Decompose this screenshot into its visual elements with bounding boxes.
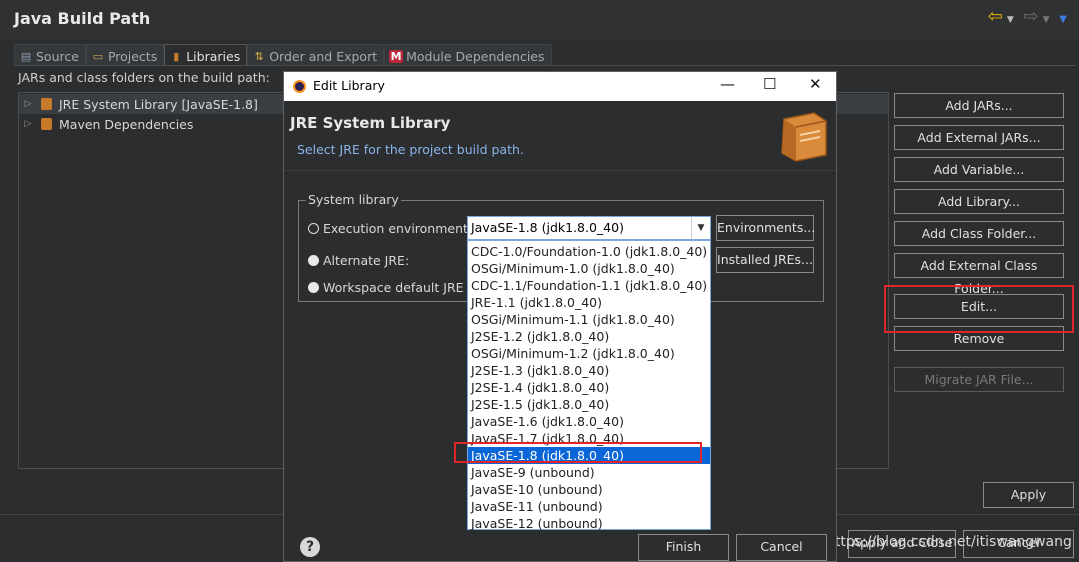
dropdown-option[interactable]: JavaSE-12 (unbound) — [468, 515, 710, 532]
dropdown-option[interactable]: JavaSE-11 (unbound) — [468, 498, 710, 515]
execution-environment-radio[interactable]: Execution environment: — [308, 221, 472, 236]
migrate-jar-button: Migrate JAR File... — [894, 367, 1064, 392]
minimize-icon[interactable]: — — [720, 75, 735, 93]
edit-library-dialog: Edit Library — ☐ ✕ JRE System Library Se… — [283, 71, 837, 562]
library-icon: ▮ — [173, 50, 180, 63]
radio-icon — [308, 255, 319, 266]
workspace-default-jre-radio[interactable]: Workspace default JRE (j — [308, 280, 476, 295]
dropdown-option[interactable]: JavaSE-10 (unbound) — [468, 481, 710, 498]
dropdown-option[interactable]: OSGi/Minimum-1.0 (jdk1.8.0_40) — [468, 260, 710, 277]
finish-button[interactable]: Finish — [638, 534, 729, 561]
installed-jres-button[interactable]: Installed JREs... — [716, 247, 814, 273]
eclipse-logo-icon — [293, 80, 306, 93]
dialog-title: Edit Library — [313, 78, 385, 93]
chevron-down-icon[interactable]: ▼ — [691, 217, 710, 239]
window-title: Java Build Path — [14, 9, 151, 28]
dropdown-option[interactable]: OSGi/Minimum-1.2 (jdk1.8.0_40) — [468, 345, 710, 362]
dropdown-option[interactable]: CDC-1.1/Foundation-1.1 (jdk1.8.0_40) — [468, 277, 710, 294]
dialog-header: JRE System Library Select JRE for the pr… — [284, 101, 836, 171]
nav-icons: ⇦ ▼ ⇨ ▼ ▼ — [984, 6, 1067, 27]
radio-icon — [308, 282, 319, 293]
dropdown-arrow-icon[interactable]: ▼ — [1043, 15, 1050, 25]
selected-option-highlight-box — [454, 442, 702, 463]
expand-arrow-icon[interactable]: ▷ — [19, 119, 37, 129]
folder-icon: ▭ — [92, 50, 104, 63]
environment-dropdown-list[interactable]: CDC-1.0/Foundation-1.0 (jdk1.8.0_40) OSG… — [467, 240, 711, 532]
apply-button[interactable]: Apply — [983, 482, 1074, 508]
dialog-cancel-button[interactable]: Cancel — [736, 534, 827, 561]
tab-libraries[interactable]: ▮ Libraries — [164, 44, 248, 66]
dropdown-option[interactable]: J2SE-1.2 (jdk1.8.0_40) — [468, 328, 710, 345]
back-arrow-icon[interactable]: ⇦ — [988, 6, 1003, 27]
menu-arrow-icon[interactable]: ▼ — [1059, 14, 1067, 25]
dropdown-option[interactable]: J2SE-1.3 (jdk1.8.0_40) — [468, 362, 710, 379]
radio-selected-icon — [308, 223, 319, 234]
dropdown-option[interactable]: CDC-1.0/Foundation-1.0 (jdk1.8.0_40) — [468, 243, 710, 260]
execution-environment-combo[interactable]: JavaSE-1.8 (jdk1.8.0_40) ▼ — [467, 216, 711, 240]
watermark: https://blog.csdn.net/itiswangwang — [826, 534, 1072, 550]
add-variable-button[interactable]: Add Variable... — [894, 157, 1064, 182]
add-class-folder-button[interactable]: Add Class Folder... — [894, 221, 1064, 246]
library-icon — [41, 98, 52, 110]
environments-button[interactable]: Environments... — [716, 215, 815, 241]
edit-highlight-box — [884, 285, 1074, 333]
alternate-jre-radio[interactable]: Alternate JRE: — [308, 253, 409, 268]
forward-arrow-icon[interactable]: ⇨ — [1024, 6, 1039, 27]
source-icon: ▤ — [20, 50, 32, 63]
library-icon — [41, 118, 52, 130]
dropdown-option[interactable]: JavaSE-9 (unbound) — [468, 464, 710, 481]
tab-bar: ▤ Source ▭ Projects ▮ Libraries ⇅ Order and … — [14, 44, 552, 66]
tab-projects[interactable]: ▭ Projects — [85, 44, 165, 66]
close-icon[interactable]: ✕ — [809, 75, 822, 93]
add-jars-button[interactable]: Add JARs... — [894, 93, 1064, 118]
library-book-icon — [781, 112, 827, 162]
tab-module-dependencies[interactable]: M Module Dependencies — [384, 44, 552, 66]
tab-order-export[interactable]: ⇅ Order and Export — [247, 44, 385, 66]
tree-item[interactable]: ▷ Maven Dependencies — [19, 114, 194, 134]
help-icon[interactable]: ? — [300, 537, 320, 557]
dropdown-option[interactable]: J2SE-1.4 (jdk1.8.0_40) — [468, 379, 710, 396]
jars-label: JARs and class folders on the build path… — [18, 70, 270, 85]
add-external-jars-button[interactable]: Add External JARs... — [894, 125, 1064, 150]
tab-separator — [14, 65, 1076, 66]
dialog-subheading: Select JRE for the project build path. — [297, 142, 524, 157]
dialog-title-bar: Edit Library — ☐ ✕ — [284, 72, 836, 101]
add-library-button[interactable]: Add Library... — [894, 189, 1064, 214]
dropdown-arrow-icon[interactable]: ▼ — [1007, 15, 1014, 25]
tab-source[interactable]: ▤ Source — [14, 44, 86, 66]
add-external-class-folder-button[interactable]: Add External Class Folder... — [894, 253, 1064, 296]
dropdown-option[interactable]: J2SE-1.5 (jdk1.8.0_40) — [468, 396, 710, 413]
dropdown-option[interactable]: JavaSE-1.6 (jdk1.8.0_40) — [468, 413, 710, 430]
expand-arrow-icon[interactable]: ▷ — [19, 99, 37, 109]
maximize-icon[interactable]: ☐ — [763, 75, 776, 93]
module-icon: M — [389, 50, 404, 63]
dropdown-option[interactable]: OSGi/Minimum-1.1 (jdk1.8.0_40) — [468, 311, 710, 328]
dropdown-option[interactable]: JRE-1.1 (jdk1.8.0_40) — [468, 294, 710, 311]
dialog-heading: JRE System Library — [290, 114, 451, 132]
order-icon: ⇅ — [254, 50, 264, 63]
group-label: System library — [306, 192, 401, 207]
title-bar — [0, 0, 1079, 40]
